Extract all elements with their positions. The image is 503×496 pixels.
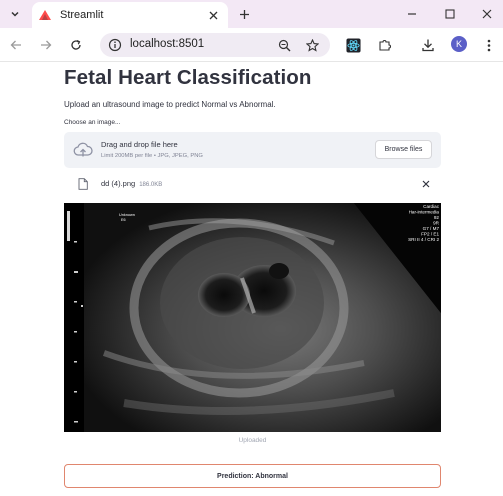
downloads-button[interactable] [418,35,438,55]
file-name: dd (4).png 186.0KB [101,179,162,188]
overlay-left-line-2: E6 [121,218,126,222]
react-icon [345,37,361,53]
remove-file-button[interactable] [420,178,432,190]
arrow-left-icon [10,40,21,50]
maximize-button[interactable] [440,4,460,24]
react-devtools-extension[interactable] [343,35,363,55]
close-icon [482,9,492,19]
download-icon [422,39,434,52]
back-button[interactable] [6,35,26,55]
dropzone-title: Drag and drop file here [101,140,178,149]
browse-files-button[interactable]: Browse files [375,140,432,159]
overlay-right-line-6: FP2 / E1 [421,232,439,237]
close-icon [422,180,430,188]
bookmark-star-icon[interactable] [303,36,321,54]
plus-icon [239,9,249,19]
browser-toolbar: localhost:8501 K [0,28,503,62]
tab-title: Streamlit [60,9,104,21]
overlay-right-line-4: 9R [433,221,440,226]
extensions-button[interactable] [375,35,395,55]
cloud-upload-icon [73,142,93,157]
close-window-button[interactable] [477,4,497,24]
overlay-right-line-2: Har-intermedia [409,210,440,215]
page-title: Fetal Heart Classification [64,66,312,89]
new-tab-button[interactable] [234,4,254,24]
url-text: localhost:8501 [130,38,205,50]
ultrasound-scan-graphic: Unknown E6 Cardiac Har-intermedia 92 9R … [64,203,441,432]
address-bar[interactable]: localhost:8501 [100,33,330,57]
streamlit-icon [38,8,52,22]
chevron-down-icon [11,11,19,17]
overlay-left-line-1: Unknown [119,213,135,217]
file-size: 186.0KB [139,182,163,188]
maximize-icon [445,9,455,19]
file-name-text: dd (4).png [101,179,136,188]
overlay-right-line-3: 92 [434,215,440,220]
image-caption: Uploaded [238,437,267,444]
browser-menu-button[interactable] [479,35,499,55]
close-tab-button[interactable] [204,6,222,24]
uploaded-file-row: dd (4).png 186.0KB [64,174,441,194]
reload-icon [71,39,81,50]
zoom-icon[interactable] [275,36,293,54]
ultrasound-image: Unknown E6 Cardiac Har-intermedia 92 9R … [64,203,441,432]
browser-tab-bar: Streamlit [0,0,503,28]
overlay-right-line-5: G7 / M7 [423,226,440,231]
dropzone-limit: Limit 200MB per file • JPG, JPEG, PNG [101,153,203,159]
profile-avatar[interactable]: K [451,36,467,52]
prediction-result: Prediction: Abnormal [64,464,441,488]
puzzle-icon [379,40,391,51]
reload-button[interactable] [66,35,86,55]
minimize-icon [408,13,416,15]
forward-button[interactable] [36,35,56,55]
page-description: Upload an ultrasound image to predict No… [64,100,276,109]
main-content: Fetal Heart Classification Upload an ult… [64,62,441,496]
overlay-right-line-1: Cardiac [423,204,440,209]
file-icon [78,178,88,190]
site-info-icon[interactable] [108,38,122,52]
close-icon [209,11,217,19]
minimize-button[interactable] [402,4,422,24]
overlay-right-line-7: SRI II 4 / CRI 2 [408,237,439,242]
tab-search-button[interactable] [5,4,25,24]
file-dropzone[interactable]: Drag and drop file here Limit 200MB per … [64,132,441,168]
arrow-right-icon [41,40,52,50]
browser-tab-streamlit[interactable]: Streamlit [32,2,228,28]
file-uploader-label: Choose an image... [64,119,121,126]
more-vertical-icon [487,39,491,51]
